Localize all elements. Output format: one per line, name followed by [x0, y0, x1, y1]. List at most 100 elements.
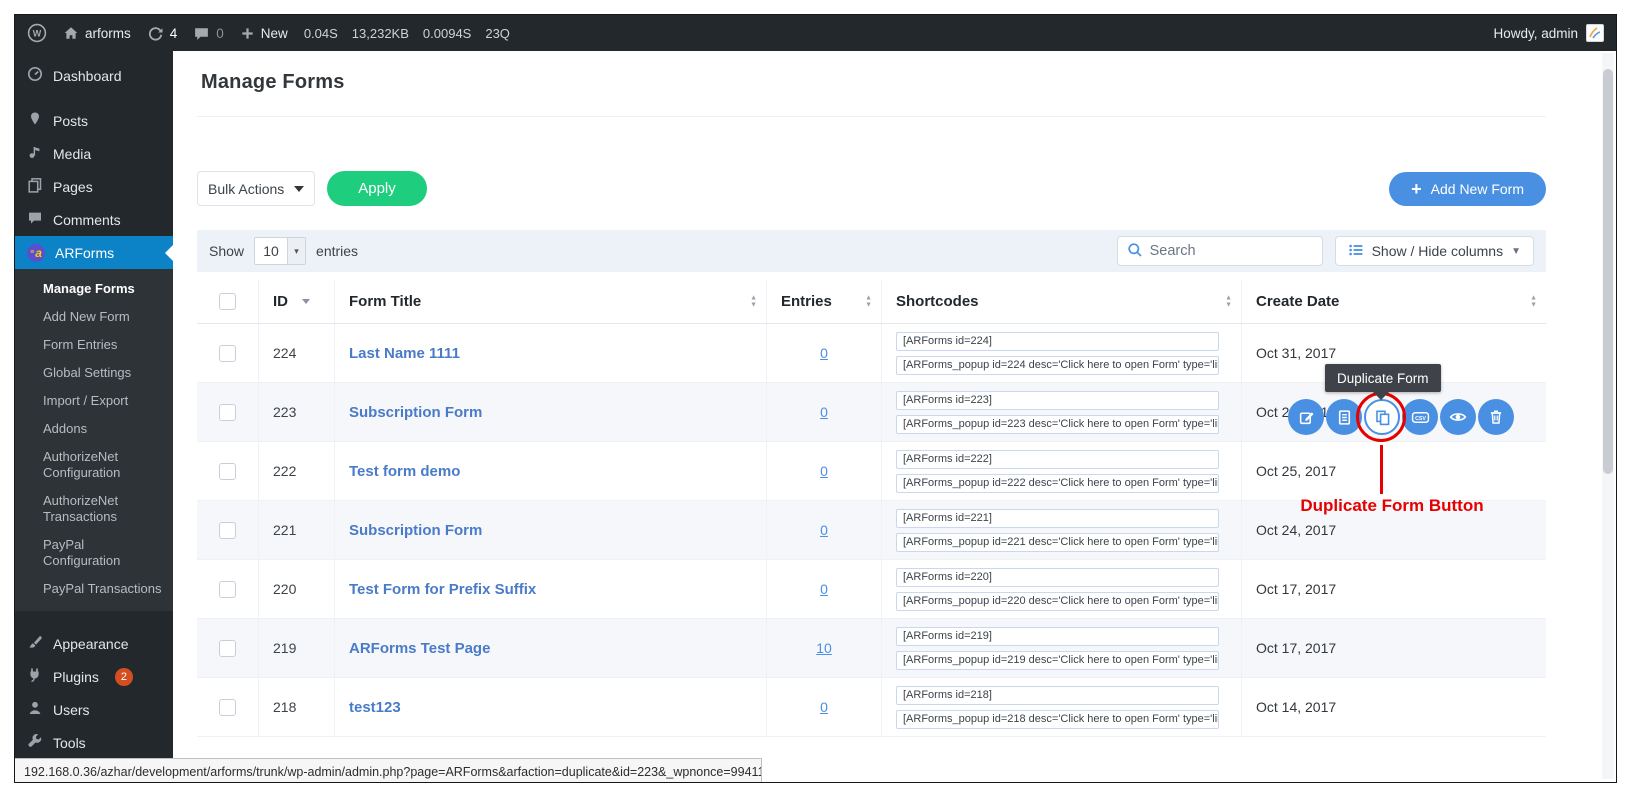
- entries-link[interactable]: 10: [816, 640, 832, 656]
- submenu-item-import-export[interactable]: Import / Export: [15, 387, 173, 415]
- sidebar-item-appearance[interactable]: Appearance: [15, 627, 173, 660]
- search-input[interactable]: [1150, 243, 1290, 259]
- page-size-select[interactable]: 10 ▾: [254, 237, 306, 265]
- submenu-item-manage-forms[interactable]: Manage Forms: [15, 275, 173, 303]
- show-hide-columns-button[interactable]: Show / Hide columns ▼: [1335, 236, 1534, 266]
- svg-text:W: W: [33, 29, 42, 39]
- entries-link[interactable]: 0: [820, 699, 828, 715]
- shortcode-inline-field[interactable]: [ARForms id=219]: [896, 627, 1219, 646]
- shortcode-popup-field[interactable]: [ARForms_popup id=224 desc='Click here t…: [896, 356, 1219, 375]
- duplicate-form-button[interactable]: [1364, 399, 1400, 435]
- sidebar-item-arforms[interactable]: ≡a ARForms: [15, 236, 173, 269]
- new-label: New: [261, 26, 288, 41]
- row-checkbox[interactable]: [219, 640, 236, 657]
- header-shortcodes[interactable]: Shortcodes ▲▼: [882, 280, 1242, 323]
- shortcode-inline-field[interactable]: [ARForms id=221]: [896, 509, 1219, 528]
- sidebar-item-posts[interactable]: Posts: [15, 104, 173, 137]
- header-create-date[interactable]: Create Date ▲▼: [1242, 280, 1546, 323]
- delete-form-button[interactable]: [1478, 399, 1514, 435]
- shortcode-popup-field[interactable]: [ARForms_popup id=221 desc='Click here t…: [896, 533, 1219, 552]
- shortcode-inline-field[interactable]: [ARForms id=218]: [896, 686, 1219, 705]
- row-checkbox[interactable]: [219, 581, 236, 598]
- sidebar-label: Plugins: [53, 669, 99, 685]
- site-link[interactable]: arforms: [63, 25, 131, 41]
- submenu-item-addons[interactable]: Addons: [15, 415, 173, 443]
- shortcode-popup-field[interactable]: [ARForms_popup id=219 desc='Click here t…: [896, 651, 1219, 670]
- submenu-item-paypal-configuration[interactable]: PayPal Configuration: [15, 531, 173, 575]
- sidebar-label: Pages: [53, 179, 93, 195]
- preview-form-button[interactable]: [1440, 399, 1476, 435]
- row-checkbox[interactable]: [219, 345, 236, 362]
- comments-menu[interactable]: 0: [193, 25, 224, 42]
- form-title-link[interactable]: Subscription Form: [349, 522, 482, 539]
- entries-link[interactable]: 0: [820, 522, 828, 538]
- sidebar-item-pages[interactable]: Pages: [15, 170, 173, 203]
- form-title-link[interactable]: Last Name 1111: [349, 345, 460, 362]
- form-entries-button[interactable]: [1326, 399, 1362, 435]
- submenu-item-global-settings[interactable]: Global Settings: [15, 359, 173, 387]
- row-checkbox[interactable]: [219, 404, 236, 421]
- site-name: arforms: [85, 26, 131, 41]
- perf-stat-time: 0.04S: [304, 26, 338, 41]
- apply-button[interactable]: Apply: [327, 171, 427, 206]
- entries-link[interactable]: 0: [820, 463, 828, 479]
- form-title-link[interactable]: Subscription Form: [349, 404, 482, 421]
- sidebar-item-tools[interactable]: Tools: [15, 726, 173, 759]
- chevron-down-icon: [294, 186, 304, 192]
- row-checkbox[interactable]: [219, 463, 236, 480]
- tooltip-arrow: [1373, 392, 1389, 400]
- submenu-item-authorizenet-configuration[interactable]: AuthorizeNet Configuration: [15, 443, 145, 487]
- scrollbar-thumb[interactable]: [1603, 69, 1613, 474]
- updates-menu[interactable]: 4: [147, 25, 178, 42]
- arforms-submenu: Manage Forms Add New Form Form Entries G…: [15, 269, 173, 611]
- shortcode-inline-field[interactable]: [ARForms id=220]: [896, 568, 1219, 587]
- row-checkbox[interactable]: [219, 699, 236, 716]
- entries-link[interactable]: 0: [820, 404, 828, 420]
- form-title-link[interactable]: test123: [349, 699, 401, 716]
- perf-stat-query-time: 0.0094S: [423, 26, 471, 41]
- sidebar-item-dashboard[interactable]: Dashboard: [15, 59, 173, 92]
- form-title-link[interactable]: ARForms Test Page: [349, 640, 490, 657]
- sidebar-label: Dashboard: [53, 68, 122, 84]
- row-checkbox[interactable]: [219, 522, 236, 539]
- shortcode-popup-field[interactable]: [ARForms_popup id=222 desc='Click here t…: [896, 474, 1219, 493]
- header-id[interactable]: ID: [259, 280, 335, 323]
- add-new-form-button[interactable]: + Add New Form: [1389, 172, 1546, 206]
- submenu-item-paypal-transactions[interactable]: PayPal Transactions: [15, 575, 173, 603]
- wordpress-logo-menu[interactable]: W: [27, 23, 47, 43]
- select-all-checkbox[interactable]: [219, 293, 236, 310]
- submenu-item-add-new-form[interactable]: Add New Form: [15, 303, 173, 331]
- entries-link[interactable]: 0: [820, 345, 828, 361]
- form-title-link[interactable]: Test Form for Prefix Suffix: [349, 581, 536, 598]
- csv-export-button[interactable]: CSV: [1402, 399, 1438, 435]
- user-icon: [27, 700, 43, 719]
- shortcode-inline-field[interactable]: [ARForms id=223]: [896, 391, 1219, 410]
- header-form-title[interactable]: Form Title ▲▼: [335, 280, 767, 323]
- shortcode-popup-field[interactable]: [ARForms_popup id=218 desc='Click here t…: [896, 710, 1219, 729]
- sidebar-item-media[interactable]: Media: [15, 137, 173, 170]
- duplicate-form-tooltip: Duplicate Form: [1325, 364, 1441, 392]
- shortcode-inline-field[interactable]: [ARForms id=222]: [896, 450, 1219, 469]
- search-box[interactable]: [1117, 236, 1323, 266]
- page-size-value: 10: [255, 238, 287, 264]
- header-id-label: ID: [273, 293, 288, 310]
- shortcode-inline-field[interactable]: [ARForms id=224]: [896, 332, 1219, 351]
- entries-link[interactable]: 0: [820, 581, 828, 597]
- columns-list-icon: [1348, 242, 1364, 261]
- shortcode-popup-field[interactable]: [ARForms_popup id=223 desc='Click here t…: [896, 415, 1219, 434]
- shortcode-popup-field[interactable]: [ARForms_popup id=220 desc='Click here t…: [896, 592, 1219, 611]
- comment-bubble-icon: [193, 25, 210, 42]
- sidebar-item-plugins[interactable]: Plugins 2: [15, 660, 173, 693]
- form-id: 219: [259, 619, 335, 677]
- submenu-item-form-entries[interactable]: Form Entries: [15, 331, 173, 359]
- sidebar-item-users[interactable]: Users: [15, 693, 173, 726]
- submenu-item-authorizenet-transactions[interactable]: AuthorizeNet Transactions: [15, 487, 145, 531]
- edit-form-button[interactable]: [1288, 399, 1324, 435]
- header-entries[interactable]: Entries ▲▼: [767, 280, 882, 323]
- howdy-account-link[interactable]: Howdy, admin: [1493, 26, 1578, 41]
- form-title-link[interactable]: Test form demo: [349, 463, 460, 480]
- bulk-actions-select[interactable]: Bulk Actions: [197, 171, 315, 206]
- sidebar-item-comments[interactable]: Comments: [15, 203, 173, 236]
- home-icon: [63, 25, 79, 41]
- new-content-menu[interactable]: New: [240, 26, 288, 41]
